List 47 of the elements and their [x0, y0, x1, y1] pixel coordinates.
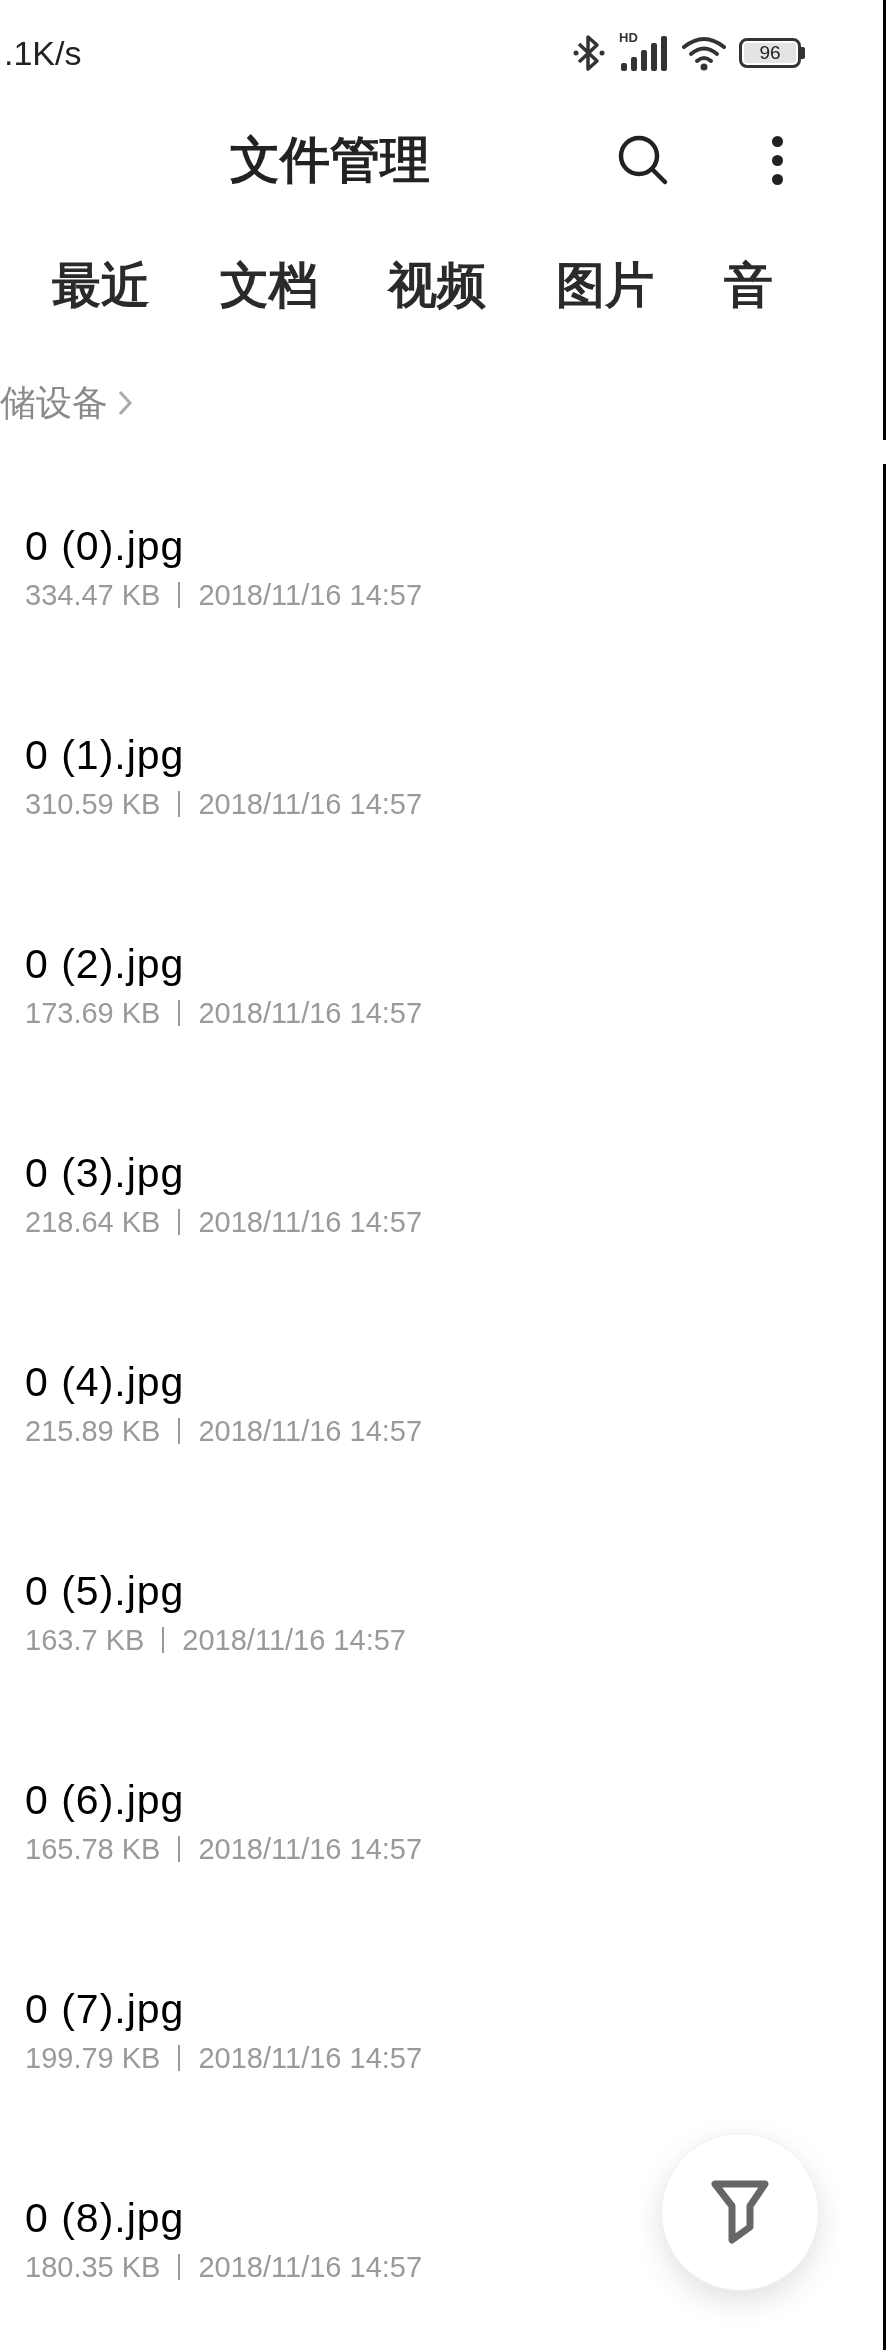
category-tab[interactable]: 音: [724, 260, 773, 310]
file-name: 0 (4).jpg: [25, 1358, 185, 1406]
file-date: 2018/11/16 14:57: [198, 996, 423, 1030]
wifi-icon: [681, 34, 727, 71]
file-size: 173.69 KB: [25, 996, 161, 1030]
network-speed: .1K/s: [4, 35, 82, 70]
file-size: 199.79 KB: [25, 2041, 161, 2075]
file-row[interactable]: 0 (7).jpg 199.79 KB 2018/11/16 14:57: [0, 1913, 883, 2122]
file-date: 2018/11/16 14:57: [198, 1414, 423, 1448]
file-date: 2018/11/16 14:57: [198, 787, 423, 821]
file-size: 215.89 KB: [25, 1414, 161, 1448]
file-size: 310.59 KB: [25, 787, 161, 821]
category-tab[interactable]: 文档: [220, 260, 318, 310]
file-name: 0 (1).jpg: [25, 731, 185, 779]
file-date: 2018/11/16 14:57: [198, 2250, 423, 2284]
page-title: 文件管理: [230, 135, 430, 185]
category-tab[interactable]: 图片: [556, 260, 654, 310]
filter-icon: [710, 2179, 770, 2245]
file-size: 165.78 KB: [25, 1832, 161, 1866]
file-name: 0 (8).jpg: [25, 2194, 185, 2242]
chevron-right-icon: [118, 389, 132, 416]
file-name: 0 (6).jpg: [25, 1776, 185, 1824]
file-date: 2018/11/16 14:57: [198, 2041, 423, 2075]
file-row[interactable]: 0 (8).jpg 180.35 KB 2018/11/16 14:57: [0, 2122, 883, 2331]
file-size: 334.47 KB: [25, 578, 161, 612]
file-name: 0 (5).jpg: [25, 1567, 185, 1615]
file-size: 180.35 KB: [25, 2250, 161, 2284]
file-row[interactable]: 0 (1).jpg 310.59 KB 2018/11/16 14:57: [0, 659, 883, 868]
file-row[interactable]: 0 (4).jpg 215.89 KB 2018/11/16 14:57: [0, 1286, 883, 1495]
category-tab[interactable]: 视频: [388, 260, 486, 310]
file-size: 218.64 KB: [25, 1205, 161, 1239]
file-row[interactable]: 0 (3).jpg 218.64 KB 2018/11/16 14:57: [0, 1077, 883, 1286]
file-name: 0 (2).jpg: [25, 940, 185, 988]
file-size: 163.7 KB: [25, 1623, 145, 1657]
file-date: 2018/11/16 14:57: [198, 578, 423, 612]
category-tab[interactable]: 最近: [52, 260, 150, 310]
bluetooth-icon: [571, 32, 607, 73]
file-name: 0 (7).jpg: [25, 1985, 185, 2033]
file-name: 0 (3).jpg: [25, 1149, 185, 1197]
file-row[interactable]: 0 (0).jpg 334.47 KB 2018/11/16 14:57: [0, 450, 883, 659]
file-date: 2018/11/16 14:57: [182, 1623, 406, 1657]
file-name: 0 (0).jpg: [25, 522, 185, 570]
file-row[interactable]: 0 (6).jpg 165.78 KB 2018/11/16 14:57: [0, 1704, 883, 1913]
file-row[interactable]: 0 (5).jpg 163.7 KB 2018/11/16 14:57: [0, 1495, 883, 1704]
file-date: 2018/11/16 14:57: [198, 1205, 423, 1239]
file-date: 2018/11/16 14:57: [198, 1832, 423, 1866]
file-row[interactable]: 0 (2).jpg 173.69 KB 2018/11/16 14:57: [0, 868, 883, 1077]
